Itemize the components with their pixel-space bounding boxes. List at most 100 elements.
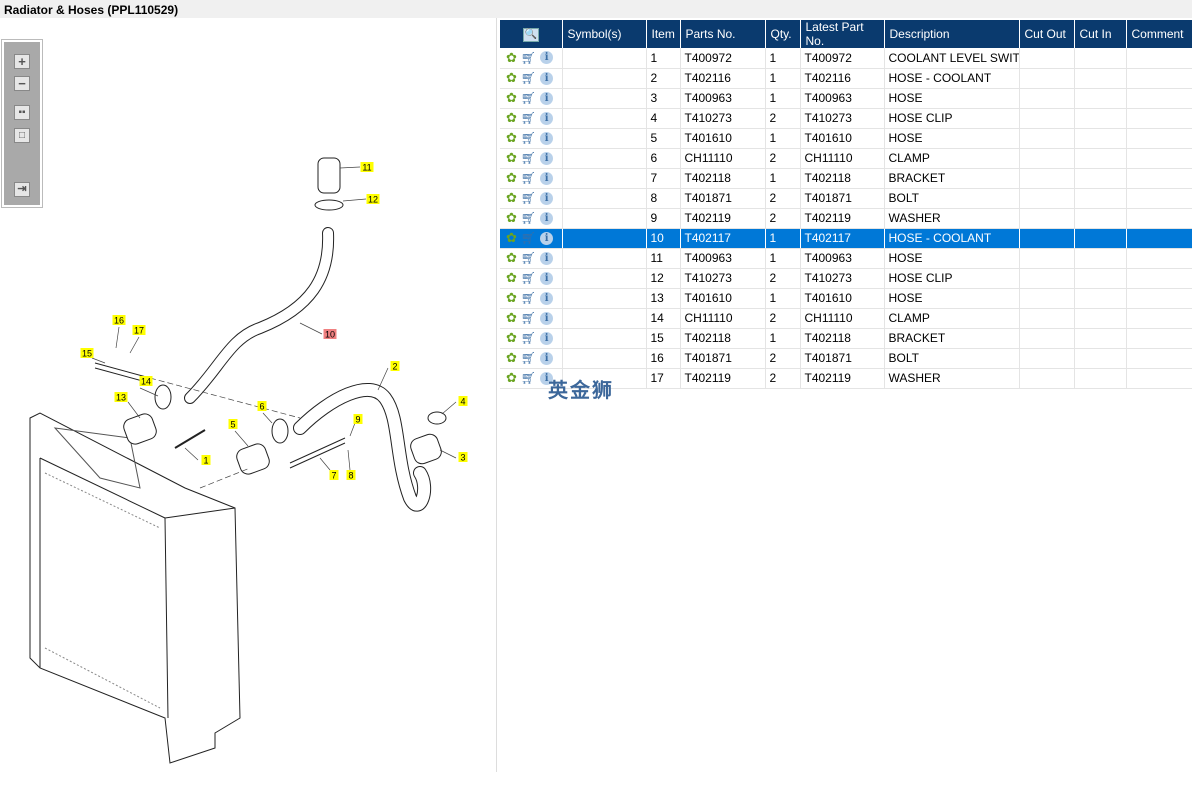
callout-13[interactable]: 13 bbox=[114, 392, 128, 403]
column-header[interactable]: Parts No. bbox=[680, 20, 766, 48]
callout-6[interactable]: 6 bbox=[257, 401, 267, 412]
column-header[interactable]: Qty. bbox=[765, 20, 801, 48]
column-header[interactable]: Item bbox=[646, 20, 681, 48]
column-header[interactable]: Latest Part No. bbox=[800, 20, 885, 48]
settings-gear-icon[interactable]: ✿ bbox=[506, 330, 517, 346]
cart-icon[interactable]: 🛒︎ bbox=[521, 251, 536, 265]
info-icon[interactable]: i bbox=[540, 211, 554, 225]
info-icon[interactable]: i bbox=[540, 131, 554, 145]
column-header[interactable]: Symbol(s) bbox=[562, 20, 647, 48]
settings-gear-icon[interactable]: ✿ bbox=[506, 370, 517, 386]
cart-icon[interactable]: 🛒︎ bbox=[521, 291, 536, 305]
table-row[interactable]: ✿ 🛒︎ i 15 T402118 1 T402118 BRACKET bbox=[500, 328, 1192, 349]
cart-icon[interactable]: 🛒︎ bbox=[521, 151, 536, 165]
callout-5[interactable]: 5 bbox=[228, 419, 238, 430]
cart-icon[interactable]: 🛒︎ bbox=[521, 271, 536, 285]
zoom-in-icon[interactable]: + bbox=[14, 54, 30, 69]
table-row[interactable]: ✿ 🛒︎ i 7 T402118 1 T402118 BRACKET bbox=[500, 168, 1192, 189]
callout-10[interactable]: 10 bbox=[323, 329, 337, 340]
settings-gear-icon[interactable]: ✿ bbox=[506, 290, 517, 306]
info-icon[interactable]: i bbox=[540, 111, 554, 125]
cart-icon[interactable]: 🛒︎ bbox=[521, 351, 536, 365]
settings-gear-icon[interactable]: ✿ bbox=[506, 150, 517, 166]
settings-gear-icon[interactable]: ✿ bbox=[506, 110, 517, 126]
column-header[interactable]: Description bbox=[884, 20, 1020, 48]
settings-gear-icon[interactable]: ✿ bbox=[506, 90, 517, 106]
cart-icon[interactable]: 🛒︎ bbox=[521, 111, 536, 125]
column-header[interactable]: Cut In bbox=[1074, 20, 1127, 48]
callout-14[interactable]: 14 bbox=[139, 376, 153, 387]
info-icon[interactable]: i bbox=[540, 51, 554, 65]
table-row[interactable]: ✿ 🛒︎ i 1 T400972 1 T400972 COOLANT LEVEL S… bbox=[500, 48, 1192, 69]
settings-gear-icon[interactable]: ✿ bbox=[506, 230, 517, 246]
callout-15[interactable]: 15 bbox=[80, 348, 94, 359]
cart-icon[interactable]: 🛒︎ bbox=[521, 191, 536, 205]
cart-icon[interactable]: 🛒︎ bbox=[521, 71, 536, 85]
callout-17[interactable]: 17 bbox=[132, 325, 146, 336]
info-icon[interactable]: i bbox=[540, 331, 554, 345]
cart-icon[interactable]: 🛒︎ bbox=[521, 331, 536, 345]
settings-gear-icon[interactable]: ✿ bbox=[506, 70, 517, 86]
callout-3[interactable]: 3 bbox=[458, 452, 468, 463]
table-row[interactable]: ✿ 🛒︎ i 10 T402117 1 T402117 HOSE - COOLANT bbox=[500, 228, 1192, 249]
settings-gear-icon[interactable]: ✿ bbox=[506, 270, 517, 286]
table-row[interactable]: ✿ 🛒︎ i 13 T401610 1 T401610 HOSE bbox=[500, 288, 1192, 309]
settings-gear-icon[interactable]: ✿ bbox=[506, 310, 517, 326]
export-icon[interactable]: ⇥ bbox=[14, 182, 30, 197]
info-icon[interactable]: i bbox=[540, 71, 554, 85]
info-icon[interactable]: i bbox=[540, 351, 554, 365]
table-row[interactable]: ✿ 🛒︎ i 14 CH11110 2 CH11110 CLAMP bbox=[500, 308, 1192, 329]
settings-gear-icon[interactable]: ✿ bbox=[506, 130, 517, 146]
column-header[interactable]: Cut Out bbox=[1019, 20, 1075, 48]
table-row[interactable]: ✿ 🛒︎ i 9 T402119 2 T402119 WASHER bbox=[500, 208, 1192, 229]
column-header[interactable]: Comment bbox=[1126, 20, 1192, 48]
fit-all-icon[interactable]: ▪▪ bbox=[14, 105, 30, 120]
callout-11[interactable]: 11 bbox=[360, 162, 374, 173]
cart-icon[interactable]: 🛒︎ bbox=[521, 211, 536, 225]
table-row[interactable]: ✿ 🛒︎ i 5 T401610 1 T401610 HOSE bbox=[500, 128, 1192, 149]
table-row[interactable]: ✿ 🛒︎ i 8 T401871 2 T401871 BOLT bbox=[500, 188, 1192, 209]
cart-icon[interactable]: 🛒︎ bbox=[521, 171, 536, 185]
cart-icon[interactable]: 🛒︎ bbox=[521, 231, 536, 245]
search-parts-icon[interactable]: 🔍 bbox=[522, 28, 539, 42]
cart-icon[interactable]: 🛒︎ bbox=[521, 51, 536, 65]
diagram-panel[interactable]: 11 12 10 16 17 15 14 13 2 4 6 5 9 3 1 7 8 + − ▪▪ □ ⇥ bbox=[0, 18, 497, 772]
info-icon[interactable]: i bbox=[540, 171, 554, 185]
table-row[interactable]: ✿ 🛒︎ i 11 T400963 1 T400963 HOSE bbox=[500, 248, 1192, 269]
callout-4[interactable]: 4 bbox=[458, 396, 468, 407]
settings-gear-icon[interactable]: ✿ bbox=[506, 350, 517, 366]
settings-gear-icon[interactable]: ✿ bbox=[506, 210, 517, 226]
info-icon[interactable]: i bbox=[540, 151, 554, 165]
table-row[interactable]: ✿ 🛒︎ i 2 T402116 1 T402116 HOSE - COOLANT bbox=[500, 68, 1192, 89]
table-row[interactable]: ✿ 🛒︎ i 6 CH11110 2 CH11110 CLAMP bbox=[500, 148, 1192, 169]
settings-gear-icon[interactable]: ✿ bbox=[506, 190, 517, 206]
info-icon[interactable]: i bbox=[540, 251, 554, 265]
zoom-out-icon[interactable]: − bbox=[14, 76, 30, 91]
callout-16[interactable]: 16 bbox=[112, 315, 126, 326]
callout-8[interactable]: 8 bbox=[346, 470, 356, 481]
callout-2[interactable]: 2 bbox=[390, 361, 400, 372]
info-icon[interactable]: i bbox=[540, 311, 554, 325]
cart-icon[interactable]: 🛒︎ bbox=[521, 91, 536, 105]
settings-gear-icon[interactable]: ✿ bbox=[506, 250, 517, 266]
info-icon[interactable]: i bbox=[540, 271, 554, 285]
column-header-tools[interactable]: 🔍 bbox=[500, 20, 563, 48]
callout-9[interactable]: 9 bbox=[353, 414, 363, 425]
settings-gear-icon[interactable]: ✿ bbox=[506, 50, 517, 66]
callout-1[interactable]: 1 bbox=[201, 455, 211, 466]
info-icon[interactable]: i bbox=[540, 91, 554, 105]
table-row[interactable]: ✿ 🛒︎ i 3 T400963 1 T400963 HOSE bbox=[500, 88, 1192, 109]
settings-gear-icon[interactable]: ✿ bbox=[506, 170, 517, 186]
callout-7[interactable]: 7 bbox=[329, 470, 339, 481]
cart-icon[interactable]: 🛒︎ bbox=[521, 131, 536, 145]
cart-icon[interactable]: 🛒︎ bbox=[521, 311, 536, 325]
info-icon[interactable]: i bbox=[540, 231, 554, 245]
actual-size-icon[interactable]: □ bbox=[14, 128, 30, 143]
cart-icon[interactable]: 🛒︎ bbox=[521, 371, 536, 385]
callout-12[interactable]: 12 bbox=[366, 194, 380, 205]
table-row[interactable]: ✿ 🛒︎ i 4 T410273 2 T410273 HOSE CLIP bbox=[500, 108, 1192, 129]
table-row[interactable]: ✿ 🛒︎ i 12 T410273 2 T410273 HOSE CLIP bbox=[500, 268, 1192, 289]
table-row[interactable]: ✿ 🛒︎ i 16 T401871 2 T401871 BOLT bbox=[500, 348, 1192, 369]
info-icon[interactable]: i bbox=[540, 291, 554, 305]
exploded-diagram[interactable]: 11121016171514132465 9317 8 bbox=[0, 36, 497, 790]
